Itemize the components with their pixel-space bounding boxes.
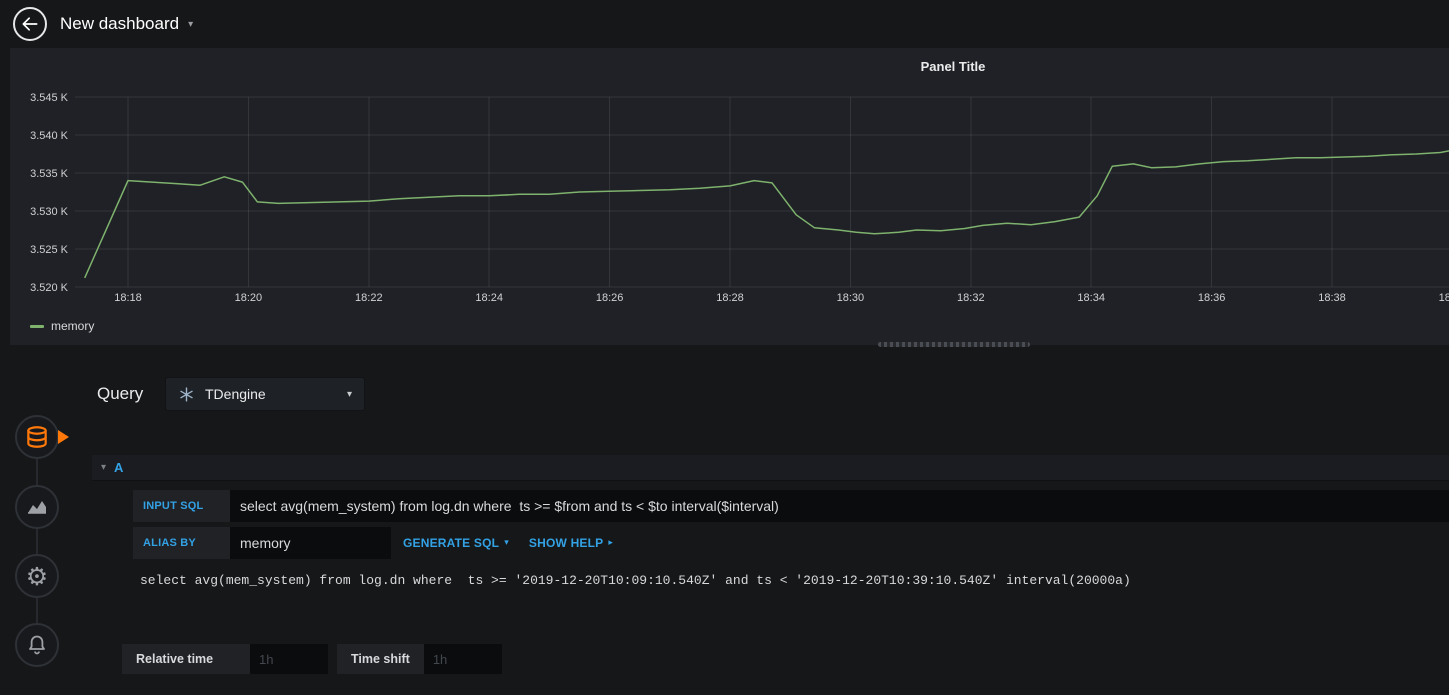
datasource-picker[interactable]: TDengine ▾	[165, 377, 365, 411]
graph-icon	[28, 501, 46, 514]
chevron-down-icon: ▾	[346, 388, 352, 400]
generate-sql-label: GENERATE SQL	[403, 536, 500, 550]
svg-text:18:20: 18:20	[235, 292, 263, 304]
show-help-label: SHOW HELP	[528, 536, 604, 550]
top-bar: New dashboard ▾	[0, 0, 1449, 48]
svg-text:18:40: 18:40	[1439, 292, 1449, 304]
datasource-name: TDengine	[205, 386, 266, 402]
alias-by-field[interactable]	[230, 527, 391, 559]
svg-text:18:22: 18:22	[355, 292, 383, 304]
input-sql-label: INPUT SQL	[133, 490, 230, 522]
panel-resize-handle[interactable]	[878, 342, 1030, 347]
panel-title[interactable]: Panel Title	[921, 59, 986, 74]
chevron-down-icon[interactable]: ▾	[188, 19, 193, 30]
sidebar-item-queries[interactable]	[15, 415, 59, 459]
alias-by-label: ALIAS BY	[133, 527, 230, 559]
relative-time-label: Relative time	[122, 644, 250, 674]
svg-text:3.525 K: 3.525 K	[30, 244, 69, 256]
chevron-right-icon: ▸	[608, 538, 614, 548]
gear-icon: ⚙	[25, 561, 49, 591]
legend-color-swatch[interactable]	[30, 324, 44, 328]
sidebar-item-visualization[interactable]	[15, 485, 59, 529]
svg-text:18:38: 18:38	[1318, 292, 1346, 304]
svg-text:3.535 K: 3.535 K	[30, 168, 69, 180]
sidebar-item-general[interactable]: ⚙	[15, 554, 59, 598]
svg-text:3.530 K: 3.530 K	[30, 206, 69, 218]
svg-text:18:24: 18:24	[475, 292, 503, 304]
legend-label[interactable]: memory	[51, 319, 94, 333]
input-sql-row: INPUT SQL	[133, 490, 1449, 522]
tdengine-logo-icon	[180, 386, 193, 402]
svg-text:18:30: 18:30	[837, 292, 865, 304]
svg-text:3.520 K: 3.520 K	[30, 282, 69, 294]
svg-text:3.540 K: 3.540 K	[30, 130, 69, 142]
back-button[interactable]	[13, 7, 47, 41]
chevron-down-icon: ▾	[504, 538, 509, 548]
chart-svg[interactable]: 3.545 K 3.540 K 3.535 K 3.530 K 3.525 K 3.520…	[10, 88, 1449, 318]
dashboard-title[interactable]: New dashboard	[60, 14, 179, 34]
svg-text:18:34: 18:34	[1077, 292, 1105, 304]
svg-text:18:26: 18:26	[596, 292, 624, 304]
query-row-header[interactable]: ▾ A	[92, 455, 1449, 481]
svg-text:18:18: 18:18	[114, 292, 142, 304]
svg-text:18:32: 18:32	[957, 292, 985, 304]
chart-legend: memory	[30, 319, 94, 333]
show-help-button[interactable]: SHOW HELP ▸	[529, 536, 613, 550]
collapse-caret-icon: ▾	[101, 462, 107, 473]
time-shift-input[interactable]	[423, 644, 502, 674]
sidebar-item-alert[interactable]	[15, 623, 59, 667]
query-ref-id: A	[114, 460, 124, 475]
time-shift-label: Time shift	[337, 644, 424, 674]
generate-sql-button[interactable]: GENERATE SQL ▾	[403, 536, 509, 550]
generated-sql-preview: select avg(mem_system) from log.dn where…	[140, 573, 1131, 588]
bell-icon	[29, 635, 45, 655]
svg-text:3.545 K: 3.545 K	[30, 92, 69, 104]
time-options-row: Relative time Time shift	[122, 644, 502, 674]
input-sql-field[interactable]	[230, 490, 1449, 522]
database-icon	[27, 426, 47, 448]
alias-by-row: ALIAS BY GENERATE SQL ▾ SHOW HELP ▸	[133, 527, 613, 559]
graph-panel: Panel Title 3.545 K 3.540 K 3.535 K 3.530 K…	[10, 48, 1449, 345]
sidebar-connector-line	[36, 437, 38, 645]
arrow-left-icon	[22, 17, 38, 31]
svg-text:18:36: 18:36	[1198, 292, 1226, 304]
query-section-title: Query	[97, 384, 144, 403]
active-tab-pointer-icon	[58, 430, 69, 444]
svg-text:18:28: 18:28	[716, 292, 744, 304]
relative-time-input[interactable]	[250, 644, 328, 674]
